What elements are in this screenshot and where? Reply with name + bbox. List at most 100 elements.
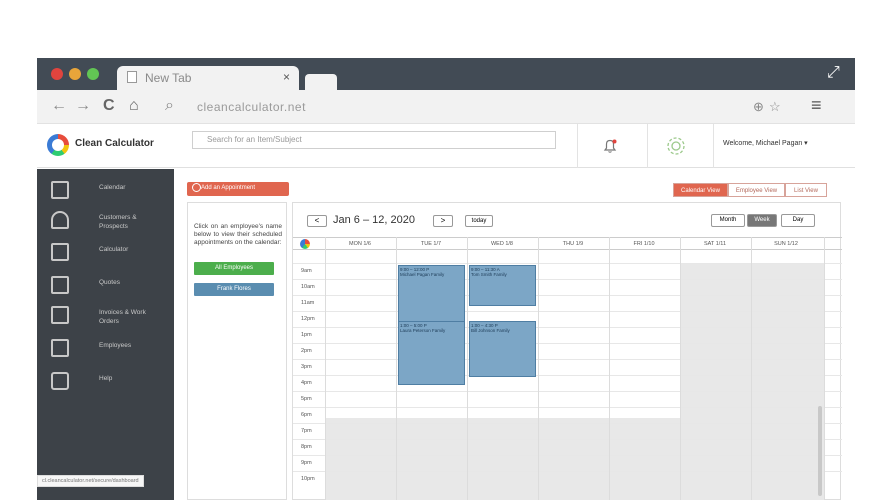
plus-icon <box>192 183 201 192</box>
maximize-window-dot[interactable] <box>87 68 99 80</box>
hour-label: 9am <box>301 268 312 274</box>
all-employees-button[interactable]: All Employees <box>194 262 274 275</box>
day-header-row: MON 1/6 TUE 1/7 WED 1/8 THU 1/9 FRI 1/10… <box>293 237 842 250</box>
bookmark-star-icon[interactable]: ☆ <box>769 99 781 115</box>
settings-gear-icon[interactable] <box>665 135 687 157</box>
appointment-event[interactable]: 9:00 – 11:30 A Tom Smith Family <box>469 265 536 306</box>
browser-window: New Tab × ⤢ ← → C ⌂ ⌕ cleancalculator.ne… <box>37 58 855 500</box>
browser-tab[interactable]: New Tab × <box>117 66 299 90</box>
reload-icon[interactable]: C <box>103 97 115 115</box>
hour-row: 2pm <box>293 343 842 359</box>
hour-row: 11am <box>293 295 842 311</box>
hour-label: 12pm <box>301 316 315 322</box>
day-divider <box>824 237 825 500</box>
hour-label: 11am <box>301 300 315 306</box>
hour-label: 10pm <box>301 476 315 482</box>
hour-label: 9pm <box>301 460 312 466</box>
sidebar-item-invoices[interactable]: Invoices & Work Orders <box>37 302 174 332</box>
main-content: Add an Appointment Calendar View Employe… <box>174 169 855 500</box>
hour-row: 6pm <box>293 407 842 423</box>
header-divider <box>577 124 578 168</box>
sidebar-item-employees[interactable]: Employees <box>37 335 174 365</box>
close-window-dot[interactable] <box>51 68 63 80</box>
hour-label: 1pm <box>301 332 312 338</box>
hour-row: 12pm <box>293 311 842 327</box>
appointment-event[interactable]: 1:00 – 4:30 P Bill Johnson Family <box>469 321 536 377</box>
back-icon[interactable]: ← <box>51 97 67 115</box>
minimize-window-dot[interactable] <box>69 68 81 80</box>
employee-view-button[interactable]: Employee View <box>728 183 785 197</box>
hour-row: 9pm <box>293 455 842 471</box>
event-title: Laura Peterson Family <box>400 328 446 333</box>
appointment-event[interactable]: 9:00 – 12:00 P Michael Pagan Family <box>398 265 465 322</box>
header-divider <box>713 124 714 168</box>
employee-button[interactable]: Frank Flores <box>194 283 274 296</box>
sidebar-item-label: Calendar <box>99 184 126 191</box>
browser-title-bar: New Tab × ⤢ <box>37 58 855 90</box>
user-menu[interactable]: Welcome, Michael Pagan ▾ <box>723 139 808 147</box>
expand-icon[interactable]: ⤢ <box>827 64 840 82</box>
hour-row: 3pm <box>293 359 842 375</box>
prev-week-button[interactable]: < <box>307 215 327 227</box>
sidebar: Calendar Customers & Prospects Calculato… <box>37 169 174 500</box>
users-icon <box>51 211 69 229</box>
hour-label: 6pm <box>301 412 312 418</box>
notifications-bell-icon[interactable] <box>602 138 618 154</box>
hour-label: 4pm <box>301 380 312 386</box>
hour-label: 5pm <box>301 396 312 402</box>
search-icon: ⌕ <box>165 97 174 114</box>
invoice-icon <box>51 306 69 324</box>
sidebar-item-help[interactable]: Help <box>37 368 174 398</box>
sidebar-item-calculator[interactable]: Calculator <box>37 239 174 269</box>
hour-row: 9am <box>293 263 842 279</box>
sidebar-item-quotes[interactable]: Quotes <box>37 272 174 302</box>
quotes-icon <box>51 276 69 294</box>
employee-filter-panel: Click on an employee's name below to vie… <box>187 202 287 500</box>
appointment-event[interactable]: 1:00 – 5:00 P Laura Peterson Family <box>398 321 465 385</box>
logo-icon-center <box>52 139 64 151</box>
add-appointment-button[interactable]: Add an Appointment <box>187 182 289 196</box>
day-header: FRI 1/10 <box>633 241 655 247</box>
search-input[interactable]: Search for an Item/Subject <box>192 131 556 149</box>
hour-label: 10am <box>301 284 315 290</box>
hour-label: 2pm <box>301 348 312 354</box>
tab-close-icon[interactable]: × <box>283 70 290 84</box>
document-icon <box>127 71 137 83</box>
week-mode-button[interactable]: Week <box>747 214 777 227</box>
day-header: THU 1/9 <box>562 241 584 247</box>
status-bar-url: cl.cleancalculator.net/secure/dashboard <box>37 475 144 487</box>
day-divider <box>751 237 752 500</box>
browser-nav-bar: ← → C ⌂ ⌕ cleancalculator.net ⊕ ☆ ≡ <box>37 90 855 124</box>
hour-row: 10pm <box>293 471 842 487</box>
sidebar-item-customers[interactable]: Customers & Prospects <box>37 207 174 237</box>
sidebar-item-calendar[interactable]: Calendar <box>37 177 174 207</box>
employee-instructions: Click on an employee's name below to vie… <box>194 223 282 246</box>
day-divider <box>467 237 468 500</box>
browser-menu-icon[interactable]: ≡ <box>811 95 822 116</box>
hour-row: 1pm <box>293 327 842 343</box>
zoom-icon[interactable]: ⊕ <box>753 99 764 115</box>
hour-row: 8pm <box>293 439 842 455</box>
month-mode-button[interactable]: Month <box>711 214 745 227</box>
next-week-button[interactable]: > <box>433 215 453 227</box>
sidebar-item-label: Help <box>99 375 113 382</box>
brand-name: Clean Calculator <box>75 138 154 149</box>
calendar-scrollbar[interactable] <box>818 406 822 496</box>
new-tab-button[interactable] <box>305 74 337 90</box>
date-range-title: Jan 6 – 12, 2020 <box>333 214 415 226</box>
day-mode-button[interactable]: Day <box>781 214 815 227</box>
day-divider <box>609 237 610 500</box>
address-bar[interactable]: cleancalculator.net <box>197 100 306 114</box>
home-icon[interactable]: ⌂ <box>129 97 139 115</box>
calendar-logo-icon <box>300 239 310 249</box>
calculator-icon <box>51 243 69 261</box>
header-divider <box>647 124 648 168</box>
today-button[interactable]: today <box>465 215 493 227</box>
list-view-button[interactable]: List View <box>785 183 827 197</box>
forward-icon[interactable]: → <box>75 97 91 115</box>
day-divider <box>325 237 326 500</box>
hour-row: 5pm <box>293 391 842 407</box>
add-appointment-label: Add an Appointment <box>201 185 256 191</box>
day-divider <box>538 237 539 500</box>
calendar-view-button[interactable]: Calendar View <box>673 183 728 197</box>
